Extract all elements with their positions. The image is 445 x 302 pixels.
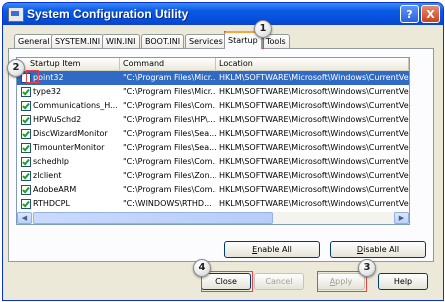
startup-item-cell: point32: [33, 73, 64, 82]
row-checkbox[interactable]: [21, 171, 31, 181]
row-checkbox[interactable]: [21, 199, 31, 209]
row-checkbox[interactable]: [21, 129, 31, 139]
tab-general[interactable]: General: [14, 34, 54, 49]
disable-all-button[interactable]: Disable All: [330, 241, 426, 258]
table-row[interactable]: TimounterMonitor "C:\Program Files\Sea...…: [17, 141, 409, 155]
step-badge-4: 4: [193, 259, 211, 277]
startup-item-cell: DiscWizardMonitor: [33, 129, 108, 138]
row-checkbox[interactable]: [21, 87, 31, 97]
command-cell: "C:\WINDOWS\RTHD...: [123, 199, 212, 208]
row-checkbox[interactable]: [21, 115, 31, 125]
scroll-down-button[interactable]: ▼: [409, 210, 410, 224]
help-button[interactable]: Help: [378, 273, 428, 290]
titlebar-close-button[interactable]: X: [421, 5, 440, 23]
step-badge-2: 2: [7, 59, 25, 77]
horizontal-scrollbar[interactable]: ◀ ▶: [17, 212, 409, 224]
startup-item-cell: type32: [33, 87, 62, 96]
command-cell: "C:\Program Files\Sea...: [123, 143, 216, 152]
table-row[interactable]: type32 "C:\Program Files\Micr... HKLM\SOFT…: [17, 85, 409, 99]
table-row[interactable]: HPWuSchd2 "C:\Program Files\HP\... HKLM\SO…: [17, 113, 409, 127]
step-badge-3: 3: [358, 259, 376, 277]
command-cell: "C:\Program Files\Micr...: [123, 73, 216, 82]
location-cell: HKLM\SOFTWARE\Microsoft\Windows\CurrentV…: [219, 115, 409, 124]
column-header-startup-item[interactable]: Startup Item: [17, 58, 120, 70]
title-bar[interactable]: System Configuration Utility ? X: [3, 3, 443, 25]
close-button-highlight: [201, 271, 253, 292]
startup-list: Startup Item Command Location point32 "C:…: [16, 57, 410, 225]
table-row[interactable]: AdobeARM "C:\Program Files\Com... HKLM\SOF…: [17, 183, 409, 197]
column-headers: Startup Item Command Location: [17, 58, 409, 71]
step-badge-1: 1: [254, 20, 272, 38]
checkbox-highlight: [26, 70, 39, 83]
command-cell: "C:\Program Files\Sea...: [123, 129, 216, 138]
window-title: System Configuration Utility: [27, 7, 189, 21]
scroll-up-button[interactable]: ▲: [409, 58, 410, 72]
titlebar-help-button[interactable]: ?: [400, 5, 419, 23]
startup-item-cell: RTHDCPL: [33, 199, 70, 208]
row-checkbox[interactable]: [21, 185, 31, 195]
enable-all-button[interactable]: Enable All: [224, 241, 320, 258]
location-cell: HKLM\SOFTWARE\Microsoft\Windows\CurrentV…: [219, 171, 409, 180]
enable-all-label: nable All: [257, 245, 292, 254]
table-row[interactable]: schedhlp "C:\Program Files\Com... HKLM\SOF…: [17, 155, 409, 169]
cancel-button[interactable]: Cancel: [254, 273, 304, 290]
row-checkbox[interactable]: [21, 101, 31, 111]
location-cell: HKLM\SOFTWARE\Microsoft\Windows\CurrentV…: [219, 157, 409, 166]
horizontal-scroll-thumb[interactable]: [33, 212, 273, 224]
startup-item-cell: TimounterMonitor: [33, 143, 105, 152]
tab-services[interactable]: Services: [185, 34, 227, 49]
disable-all-label: isable All: [363, 245, 400, 254]
tab-boot-ini[interactable]: BOOT.INI: [141, 34, 185, 49]
table-row[interactable]: RTHDCPL "C:\WINDOWS\RTHD... HKLM\SOFTWARE\…: [17, 197, 409, 211]
app-icon: [8, 7, 24, 22]
startup-item-cell: Communications_H...: [33, 101, 118, 110]
location-cell: HKLM\SOFTWARE\Microsoft\Windows\CurrentV…: [219, 129, 409, 138]
command-cell: "C:\Program Files\Com...: [123, 157, 216, 166]
startup-item-cell: zlclient: [33, 171, 62, 180]
location-cell: HKLM\SOFTWARE\Microsoft\Windows\CurrentV…: [219, 101, 409, 110]
command-cell: "C:\Program Files\HP\...: [123, 115, 216, 124]
location-cell: HKLM\SOFTWARE\Microsoft\Windows\CurrentV…: [219, 73, 409, 82]
scroll-left-button[interactable]: ◀: [17, 212, 32, 224]
startup-item-cell: AdobeARM: [33, 185, 77, 194]
tab-win-ini[interactable]: WIN.INI: [102, 34, 140, 49]
table-row[interactable]: point32 "C:\Program Files\Micr... HKLM\SOF…: [17, 71, 409, 85]
location-cell: HKLM\SOFTWARE\Microsoft\Windows\CurrentV…: [219, 87, 409, 96]
command-cell: "C:\Program Files\Micr...: [123, 87, 216, 96]
column-header-location[interactable]: Location: [216, 58, 409, 70]
table-row[interactable]: DiscWizardMonitor "C:\Program Files\Sea..…: [17, 127, 409, 141]
command-cell: "C:\Program Files\Zon...: [123, 171, 216, 180]
location-cell: HKLM\SOFTWARE\Microsoft\Windows\CurrentV…: [219, 185, 409, 194]
row-checkbox[interactable]: [21, 143, 31, 153]
table-row[interactable]: zlclient "C:\Program Files\Zon... HKLM\SOF…: [17, 169, 409, 183]
command-cell: "C:\Program Files\Com...: [123, 101, 216, 110]
location-cell: HKLM\SOFTWARE\Microsoft\Windows\CurrentV…: [219, 199, 409, 208]
table-row[interactable]: Communications_H... "C:\Program Files\Com…: [17, 99, 409, 113]
scroll-right-button[interactable]: ▶: [394, 212, 409, 224]
startup-item-cell: schedhlp: [33, 157, 70, 166]
vertical-scrollbar[interactable]: ▲ ▼: [409, 58, 410, 224]
command-cell: "C:\Program Files\Com...: [123, 185, 216, 194]
column-header-command[interactable]: Command: [120, 58, 216, 70]
tab-system-ini[interactable]: SYSTEM.INI: [51, 34, 105, 49]
row-checkbox[interactable]: [21, 157, 31, 167]
location-cell: HKLM\SOFTWARE\Microsoft\Windows\CurrentV…: [219, 143, 409, 152]
startup-item-cell: HPWuSchd2: [33, 115, 82, 124]
